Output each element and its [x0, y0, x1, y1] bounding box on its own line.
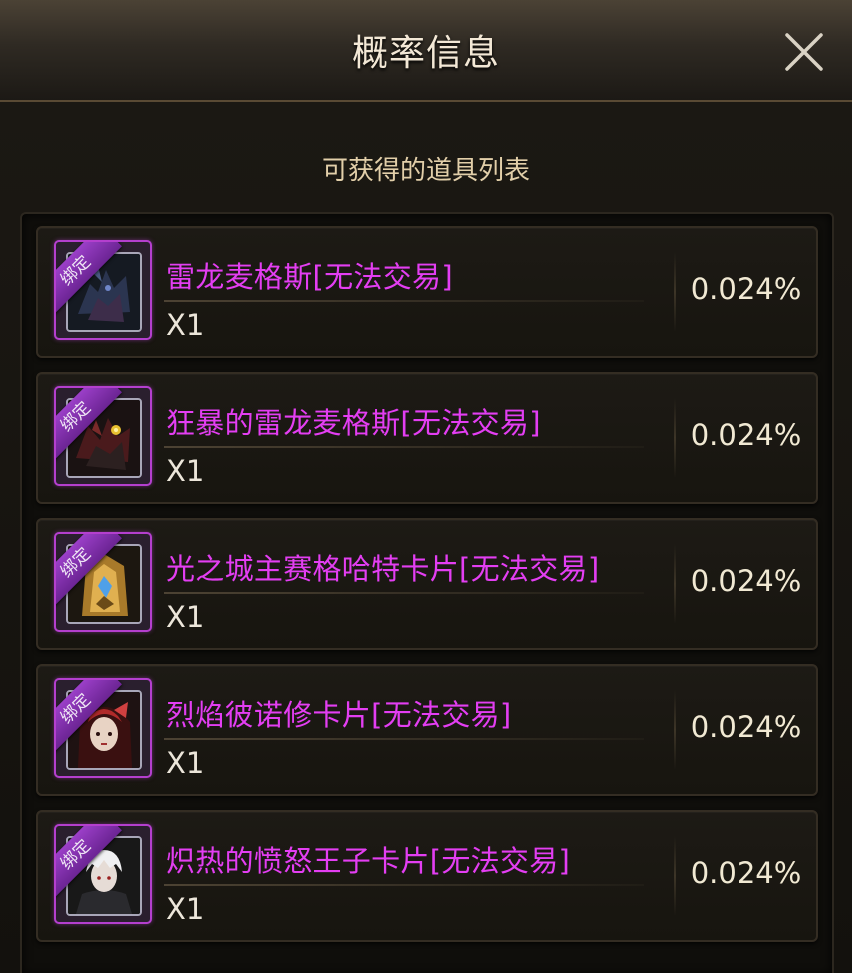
- item-name: 炽热的愤怒王子卡片[无法交易]: [166, 844, 571, 878]
- divider: [674, 836, 676, 916]
- list-item[interactable]: 绑定 烈焰彼诺修卡片[无法交易] X1 0.024%: [36, 664, 818, 796]
- item-quantity: X1: [166, 308, 205, 342]
- item-icon[interactable]: 绑定: [54, 386, 152, 486]
- item-probability: 0.024%: [690, 272, 802, 306]
- item-quantity: X1: [166, 600, 205, 634]
- item-probability: 0.024%: [690, 856, 802, 890]
- item-quantity: X1: [166, 454, 205, 488]
- item-quantity: X1: [166, 892, 205, 926]
- item-probability: 0.024%: [690, 710, 802, 744]
- close-icon: [785, 33, 823, 71]
- divider: [164, 592, 644, 594]
- item-quantity: X1: [166, 746, 205, 780]
- item-icon[interactable]: 绑定: [54, 678, 152, 778]
- close-button[interactable]: [782, 30, 826, 74]
- title-bar: 概率信息: [0, 0, 852, 102]
- list-item[interactable]: 绑定 炽热的愤怒王子卡片[无法交易] X1 0.024%: [36, 810, 818, 942]
- item-name: 狂暴的雷龙麦格斯[无法交易]: [166, 406, 541, 440]
- divider: [164, 884, 644, 886]
- item-icon[interactable]: 绑定: [54, 240, 152, 340]
- item-icon[interactable]: 绑定: [54, 532, 152, 632]
- list-item[interactable]: 绑定 狂暴的雷龙麦格斯[无法交易] X1 0.024%: [36, 372, 818, 504]
- divider: [674, 544, 676, 624]
- item-icon[interactable]: 绑定: [54, 824, 152, 924]
- divider: [674, 690, 676, 770]
- divider: [164, 738, 644, 740]
- list-item[interactable]: 绑定 雷龙麦格斯[无法交易] X1 0.024%: [36, 226, 818, 358]
- item-name: 光之城主赛格哈特卡片[无法交易]: [166, 552, 600, 586]
- list-subtitle: 可获得的道具列表: [321, 156, 530, 186]
- divider: [164, 300, 644, 302]
- divider: [674, 252, 676, 332]
- divider: [674, 398, 676, 478]
- item-probability: 0.024%: [690, 418, 802, 452]
- divider: [164, 446, 644, 448]
- item-name: 雷龙麦格斯[无法交易]: [166, 260, 453, 294]
- item-list[interactable]: 绑定 雷龙麦格斯[无法交易] X1 0.024% 绑定 狂暴的雷龙麦格斯[无法交…: [20, 212, 834, 973]
- list-item[interactable]: 绑定 光之城主赛格哈特卡片[无法交易] X1 0.024%: [36, 518, 818, 650]
- content-panel: 可获得的道具列表 绑定 雷龙麦格斯[无法交易] X1 0.024% 绑定 狂暴的…: [0, 102, 852, 973]
- item-probability: 0.024%: [690, 564, 802, 598]
- dialog-title: 概率信息: [351, 33, 500, 74]
- item-name: 烈焰彼诺修卡片[无法交易]: [166, 698, 512, 732]
